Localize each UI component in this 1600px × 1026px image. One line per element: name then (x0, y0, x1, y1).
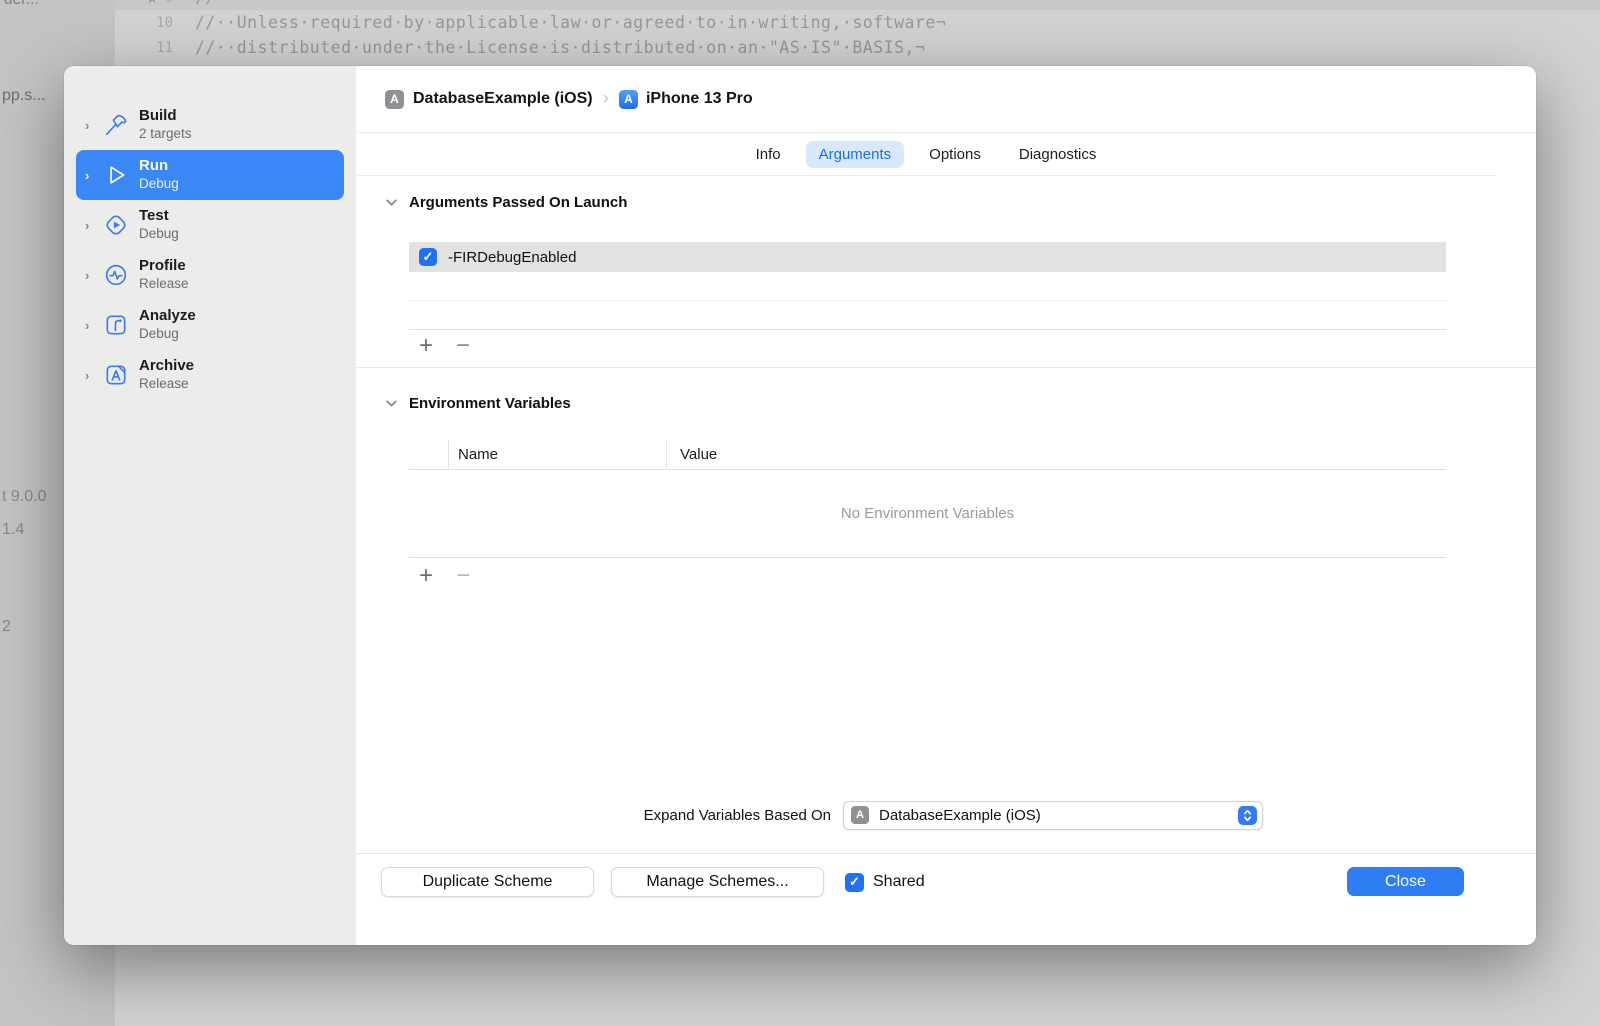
tab-diagnostics[interactable]: Diagnostics (1006, 141, 1110, 168)
section-title: Arguments Passed On Launch (409, 194, 628, 211)
app-target-icon: A (851, 806, 869, 824)
analyze-icon (103, 312, 129, 338)
line-number: 11 (156, 39, 173, 56)
scheme-main-pane: A DatabaseExample (iOS) › A iPhone 13 Pr… (356, 66, 1536, 945)
edit-scheme-dialog: › Build 2 targets › Run Debug › Test Deb… (64, 66, 1536, 945)
sidebar-item-sublabel: Debug (139, 325, 179, 341)
navigator-text-fragment: 2 (2, 618, 11, 635)
sidebar-item-sublabel: Release (139, 275, 189, 291)
chevron-right-icon[interactable]: › (85, 368, 99, 383)
duplicate-scheme-button[interactable]: Duplicate Scheme (381, 867, 594, 897)
hammer-icon (103, 112, 129, 138)
chevron-right-icon[interactable]: › (85, 118, 99, 133)
chevron-down-icon[interactable] (385, 196, 398, 209)
env-column-value: Value (666, 440, 1446, 469)
argument-row[interactable]: ✓ -FIRDebugEnabled (409, 242, 1446, 272)
sidebar-item-build[interactable]: › Build 2 targets (76, 100, 344, 150)
sidebar-item-label: Profile (139, 257, 186, 275)
add-icon[interactable]: + (419, 332, 433, 360)
env-column-name: Name (448, 440, 666, 469)
scheme-name[interactable]: DatabaseExample (iOS) (413, 90, 593, 108)
chevron-down-icon[interactable] (385, 397, 398, 410)
code-text: //··Unless·required·by·applicable·law·or… (195, 13, 947, 32)
manage-schemes-button[interactable]: Manage Schemes... (611, 867, 824, 897)
code-line: 9 // (115, 0, 1600, 10)
simulator-icon: A (618, 89, 638, 109)
sidebar-item-profile[interactable]: › Profile Release (76, 250, 344, 300)
test-icon (103, 212, 129, 238)
sidebar-item-sublabel: Debug (139, 175, 179, 191)
shared-label: Shared (873, 873, 925, 890)
dialog-footer: Duplicate Scheme Manage Schemes... ✓ Sha… (356, 853, 1536, 945)
tab-info[interactable]: Info (743, 141, 794, 168)
sidebar-item-label: Analyze (139, 307, 196, 325)
code-line: 10 //··Unless·required·by·applicable·law… (115, 10, 1600, 35)
profile-icon (103, 262, 129, 288)
popup-selected-value: DatabaseExample (iOS) (879, 806, 1041, 824)
section-divider (356, 367, 1536, 368)
section-title: Environment Variables (409, 395, 571, 412)
breadcrumb: A DatabaseExample (iOS) › A iPhone 13 Pr… (356, 66, 1536, 133)
background-tab-title: der... (4, 0, 39, 8)
sidebar-item-label: Run (139, 157, 169, 175)
sidebar-item-analyze[interactable]: › Analyze Debug (76, 300, 344, 350)
env-table: Name Value No Environment Variables (409, 440, 1446, 558)
chevron-right-icon[interactable]: › (85, 318, 99, 333)
code-text: //··distributed·under·the·License·is·dis… (195, 38, 926, 57)
empty-table-row (409, 301, 1446, 330)
sidebar-item-sublabel: Debug (139, 225, 179, 241)
expand-variables-popup[interactable]: A DatabaseExample (iOS) (843, 800, 1263, 830)
argument-value[interactable]: -FIRDebugEnabled (448, 249, 576, 266)
sidebar-item-label: Build (139, 107, 177, 125)
tab-options[interactable]: Options (916, 141, 994, 168)
sidebar-item-sublabel: Release (139, 375, 189, 391)
chevron-right-icon[interactable]: › (85, 168, 99, 183)
arguments-add-remove-controls: + − (419, 332, 470, 360)
add-icon[interactable]: + (419, 562, 433, 590)
navigator-text-fragment: 1.4 (2, 521, 25, 538)
archive-icon (103, 362, 129, 388)
popup-stepper-icon[interactable] (1238, 805, 1257, 825)
shared-toggle[interactable]: ✓ Shared (845, 867, 925, 897)
chevron-right-icon[interactable]: › (85, 218, 99, 233)
chevron-separator-icon: › (602, 88, 609, 109)
expand-variables-row: Expand Variables Based On A DatabaseExam… (356, 800, 1263, 830)
argument-checkbox[interactable]: ✓ (419, 248, 437, 266)
tab-arguments[interactable]: Arguments (805, 140, 905, 168)
close-button[interactable]: Close (1347, 867, 1464, 896)
line-number: 10 (156, 14, 173, 31)
line-number: 9 (115, 0, 173, 6)
shared-checkbox[interactable]: ✓ (845, 872, 864, 892)
sidebar-item-archive[interactable]: › Archive Release (76, 350, 344, 400)
remove-icon[interactable]: − (456, 332, 470, 360)
sidebar-item-test[interactable]: › Test Debug (76, 200, 344, 250)
sidebar-item-label: Test (139, 207, 169, 225)
env-add-remove-controls: + − (419, 562, 470, 590)
env-section-header: Environment Variables (385, 395, 571, 412)
screen: 9 // 10 //··Unless·required·by·applicabl… (0, 0, 1600, 1026)
play-icon (103, 162, 129, 188)
close-icon: × (148, 0, 156, 7)
app-target-icon: A (385, 89, 404, 109)
code-text: // (195, 0, 216, 7)
expand-variables-label: Expand Variables Based On (643, 806, 831, 824)
remove-icon[interactable]: − (456, 562, 470, 590)
sidebar-item-run[interactable]: › Run Debug (76, 150, 344, 200)
env-table-header: Name Value (409, 440, 1446, 470)
arguments-section-header: Arguments Passed On Launch (385, 194, 627, 211)
sidebar-item-label: Archive (139, 357, 195, 375)
tab-bar: Info Arguments Options Diagnostics (356, 133, 1496, 176)
navigator-text-fragment: t 9.0.0 (2, 488, 47, 505)
scheme-actions-sidebar: › Build 2 targets › Run Debug › Test Deb… (64, 66, 356, 945)
code-line: 11 //··distributed·under·the·License·is·… (115, 35, 1600, 60)
chevron-right-icon[interactable]: › (85, 268, 99, 283)
navigator-file-fragment: pp.s... (2, 87, 46, 104)
empty-table-row (409, 272, 1446, 301)
destination-name[interactable]: iPhone 13 Pro (646, 90, 753, 108)
arguments-table: ✓ -FIRDebugEnabled (409, 242, 1446, 330)
env-empty-placeholder: No Environment Variables (409, 470, 1446, 558)
sidebar-item-sublabel: 2 targets (139, 125, 192, 141)
